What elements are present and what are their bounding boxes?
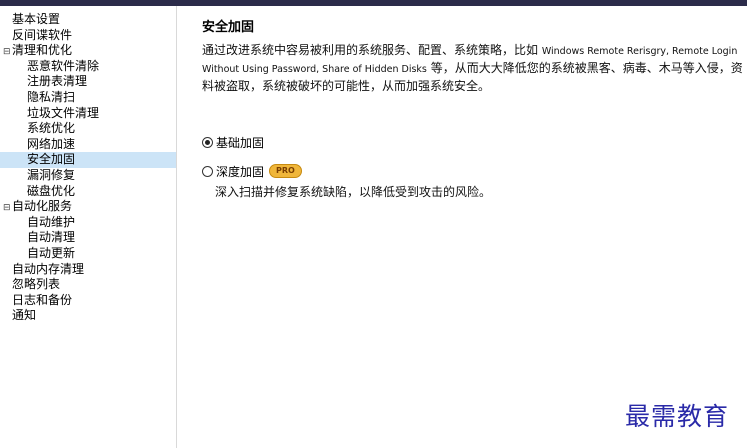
- settings-sidebar: 基本设置 反间谍软件 ⊟清理和优化 恶意软件清除 注册表清理 隐私清扫 垃圾文件…: [0, 6, 177, 448]
- page-title: 安全加固: [202, 20, 255, 35]
- watermark-text: 最需教育: [625, 402, 730, 431]
- deep-hardening-option[interactable]: 深度加固 PRO: [202, 163, 302, 179]
- radio-checked-icon[interactable]: [202, 136, 213, 148]
- deep-hardening-description: 深入扫描并修复系统缺陷，以降低受到攻击的风险。: [215, 185, 492, 199]
- sidebar-item-disk-optimize[interactable]: 磁盘优化: [0, 184, 176, 200]
- settings-tree: 基本设置 反间谍软件 ⊟清理和优化 恶意软件清除 注册表清理 隐私清扫 垃圾文件…: [0, 6, 176, 324]
- basic-hardening-label: 基础加固: [216, 135, 265, 150]
- sidebar-item-auto-maintenance[interactable]: 自动维护: [0, 215, 176, 231]
- sidebar-item-network-boost[interactable]: 网络加速: [0, 137, 176, 153]
- sidebar-item-security-hardening[interactable]: 安全加固: [0, 152, 176, 168]
- sidebar-item-notifications[interactable]: 通知: [0, 308, 176, 324]
- sidebar-item-auto-update[interactable]: 自动更新: [0, 246, 176, 262]
- sidebar-item-vulnerability-fix[interactable]: 漏洞修复: [0, 168, 176, 184]
- page-description: 通过改进系统中容易被利用的系统服务、配置、系统策略，比如 Windows Rem…: [202, 42, 744, 94]
- description-text: 通过改进系统中容易被利用的系统服务、配置、系统策略，比如: [202, 43, 542, 57]
- sidebar-item-label: 自动化服务: [12, 199, 73, 214]
- sidebar-item-junk-files[interactable]: 垃圾文件清理: [0, 106, 176, 122]
- sidebar-item-auto-ram-clean[interactable]: 自动内存清理: [0, 262, 176, 278]
- sidebar-item-automation[interactable]: ⊟自动化服务: [0, 199, 176, 215]
- sidebar-item-system-optimize[interactable]: 系统优化: [0, 121, 176, 137]
- sidebar-item-privacy-sweep[interactable]: 隐私清扫: [0, 90, 176, 106]
- sidebar-item-auto-clean[interactable]: 自动清理: [0, 230, 176, 246]
- basic-hardening-option[interactable]: 基础加固: [202, 134, 264, 150]
- settings-panel: 安全加固 通过改进系统中容易被利用的系统服务、配置、系统策略，比如 Window…: [178, 6, 747, 448]
- sidebar-item-log-backup[interactable]: 日志和备份: [0, 293, 176, 309]
- sidebar-item-clean-optimize[interactable]: ⊟清理和优化: [0, 43, 176, 59]
- pro-badge: PRO: [269, 164, 302, 178]
- sidebar-item-label: 清理和优化: [12, 43, 73, 58]
- deep-hardening-label: 深度加固: [216, 164, 265, 179]
- sidebar-item-basic-settings[interactable]: 基本设置: [0, 12, 176, 28]
- sidebar-item-malware-removal[interactable]: 恶意软件清除: [0, 59, 176, 75]
- radio-unchecked-icon[interactable]: [202, 165, 213, 177]
- sidebar-item-registry-clean[interactable]: 注册表清理: [0, 74, 176, 90]
- sidebar-item-anti-spyware[interactable]: 反间谍软件: [0, 28, 176, 44]
- sidebar-item-ignore-list[interactable]: 忽略列表: [0, 277, 176, 293]
